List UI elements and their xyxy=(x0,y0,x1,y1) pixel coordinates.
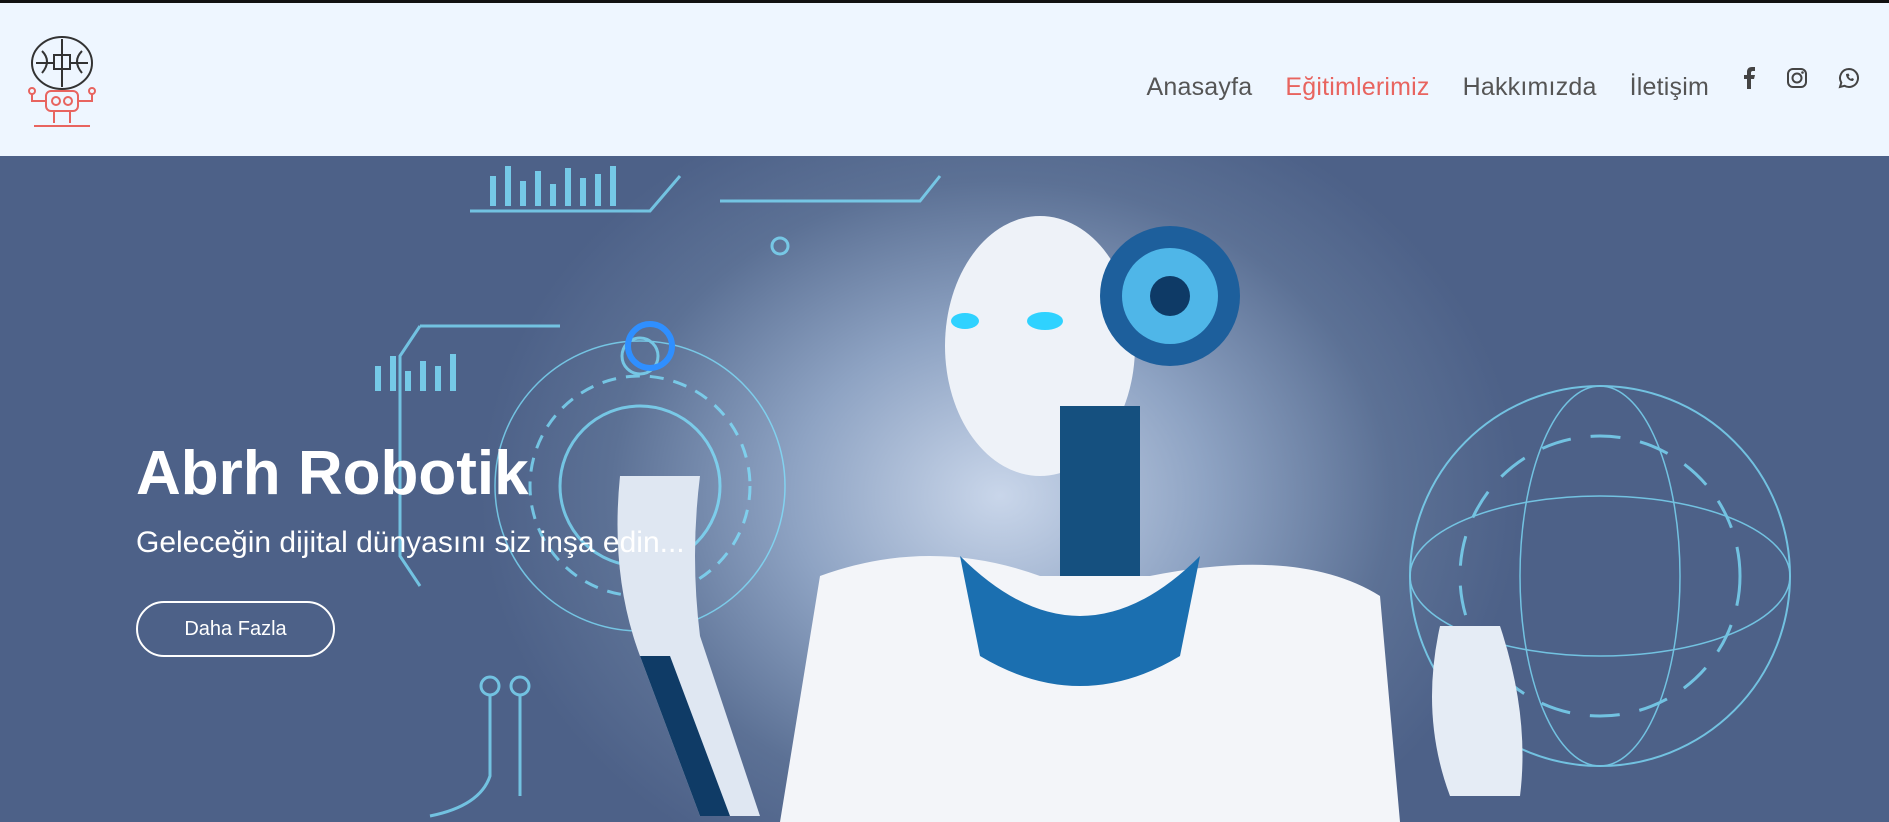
nav-anasayfa[interactable]: Anasayfa xyxy=(1147,73,1253,102)
robot-brain-logo-icon[interactable] xyxy=(24,31,100,131)
site-header: Anasayfa Eğitimlerimiz Hakkımızda İletiş… xyxy=(0,3,1889,156)
instagram-icon[interactable] xyxy=(1784,65,1810,91)
nav-hakkimizda[interactable]: Hakkımızda xyxy=(1463,73,1597,102)
nav-egitimlerimiz[interactable]: Eğitimlerimiz xyxy=(1285,73,1429,102)
hero-title: Abrh Robotik xyxy=(136,439,529,508)
whatsapp-icon[interactable] xyxy=(1836,65,1862,91)
nav-iletisim[interactable]: İletişim xyxy=(1630,73,1709,102)
hero-banner: Abrh Robotik Geleceğin dijital dünyasını… xyxy=(0,156,1889,822)
hero-subtitle: Geleceğin dijital dünyasını siz inşa edi… xyxy=(136,526,685,559)
daha-fazla-button[interactable]: Daha Fazla xyxy=(136,601,335,657)
facebook-icon[interactable] xyxy=(1736,65,1762,91)
main-nav: Anasayfa Eğitimlerimiz Hakkımızda İletiş… xyxy=(1147,67,1710,107)
